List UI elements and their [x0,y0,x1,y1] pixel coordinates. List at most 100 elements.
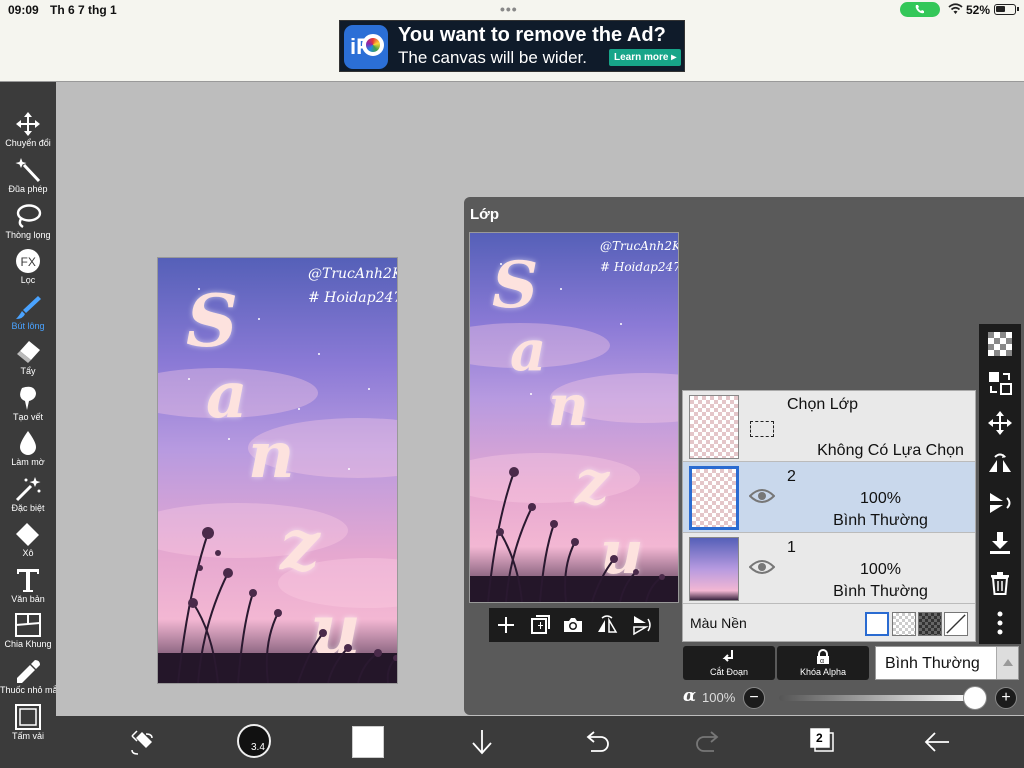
tool-filter[interactable]: FX Lọc [0,244,56,289]
layer-preview: @TrucAnh2K10 # Hoidap247 S a n z u [469,232,679,603]
eye-icon[interactable] [749,559,775,575]
back-arrow-icon[interactable] [922,726,952,758]
alpha-symbol: α [683,686,697,706]
layer-number: 1 [787,539,796,556]
layer-thumbnail [689,537,739,601]
more-options-icon[interactable] [987,610,1013,636]
learn-more-button[interactable]: Learn more ▸ [609,49,682,66]
eyedropper-icon [17,660,40,683]
background-color-row: Màu Nền [683,605,975,642]
battery-percent: 52% [966,3,991,17]
tool-eyedropper[interactable]: Thuốc nhỏ mắt [0,654,56,699]
brush-icon [16,296,41,319]
layer-tools-bar [979,324,1021,644]
canvas-icon [15,704,41,730]
svg-text:α: α [820,658,824,665]
layer-panel-title: Lớp [470,206,499,223]
layer-blend-mode: Bình Thường [833,512,928,529]
merge-down-icon[interactable] [987,530,1013,556]
special-brush-icon [15,477,41,502]
tool-eraser[interactable]: Tẩy [0,335,56,380]
bg-transparent-light-swatch[interactable] [892,612,916,636]
layers-button[interactable]: 2 [810,728,834,752]
flip-layer-vertical-icon[interactable] [987,490,1013,516]
wifi-icon [948,3,963,14]
bucket-icon [16,523,39,546]
duplicate-layer-icon[interactable] [529,614,551,636]
tool-brush[interactable]: Bút lông [0,290,56,335]
blend-mode-select[interactable]: Bình Thường [875,646,1019,680]
opacity-slider[interactable] [779,695,975,701]
artist-handle: @TrucAnh2K10 [308,266,397,282]
selection-layer-row[interactable]: Chọn Lớp Không Có Lựa Chọn [683,391,975,462]
tool-transform[interactable]: Chuyển đổi [0,107,56,152]
multitasking-dots-icon[interactable]: ••• [500,1,518,17]
eye-icon[interactable] [749,488,775,504]
camera-icon[interactable] [562,614,584,636]
flip-horizontal-icon[interactable] [596,614,618,636]
smudge-icon [20,386,36,410]
move-arrows-icon [16,112,40,136]
bottom-toolbar: 3.4 2 [56,716,1024,768]
ad-subline: The canvas will be wider. [398,48,587,67]
clipping-arrow-icon [722,650,733,662]
clock: 09:09 [8,3,39,17]
flip-layer-horizontal-icon[interactable] [987,450,1013,476]
ad-strip: iP You want to remove the Ad? The canvas… [0,20,1024,82]
move-layer-icon[interactable] [987,410,1013,436]
tool-special[interactable]: Đặc biệt [0,472,56,517]
tool-magic-wand[interactable]: Đũa phép [0,153,56,198]
decrease-opacity-button[interactable]: − [743,687,765,709]
tool-smudge[interactable]: Tạo vết [0,381,56,426]
tool-frame-divider[interactable]: Chia Khung [0,608,56,653]
increase-opacity-button[interactable]: + [995,687,1017,709]
battery-icon [994,4,1019,15]
layers-icon [810,728,834,752]
svg-text:FX: FX [21,255,36,269]
clipping-button[interactable]: Cắt Đoạn [683,646,775,680]
artist-hashtag: # Hoidap247 [308,290,398,306]
add-layer-icon[interactable] [495,614,517,636]
fx-icon: FX [16,249,40,273]
magic-wand-icon [15,158,41,183]
tool-lasso[interactable]: Thòng lọng [0,199,56,244]
tool-bucket[interactable]: Xô [0,517,56,562]
bg-white-swatch[interactable] [865,612,889,636]
opacity-slider-handle[interactable] [963,686,987,710]
ad-headline: You want to remove the Ad? [398,24,666,46]
layer-selection-transfer-icon[interactable] [987,370,1013,396]
tool-canvas[interactable]: Tấm vải [0,700,56,745]
bg-none-swatch[interactable] [944,612,968,636]
tool-blur[interactable]: Làm mờ [0,426,56,471]
ad-banner[interactable]: iP You want to remove the Ad? The canvas… [339,20,685,72]
eraser-icon [17,341,40,363]
selection-thumbnail [689,395,739,459]
layer-opacity: 100% [860,490,901,507]
opacity-value: 100% [702,690,736,705]
undo-icon[interactable] [581,726,611,758]
current-color-swatch[interactable] [352,726,384,758]
layer-list: Chọn Lớp Không Có Lựa Chọn 2 100% Bình T… [682,390,976,642]
swap-tools-icon[interactable] [128,726,156,758]
layer-blend-mode: Bình Thường [833,583,928,600]
frame-divider-icon [15,613,41,637]
lasso-icon [16,204,42,229]
down-arrow-icon[interactable] [469,726,495,758]
layer-number: 2 [787,468,796,485]
brush-size-button[interactable]: 3.4 [237,724,271,758]
blur-drop-icon [20,431,36,455]
tool-text[interactable]: Văn bản [0,563,56,608]
selection-marquee-icon [750,421,774,437]
redo-icon[interactable] [694,726,724,758]
flip-vertical-icon[interactable] [630,614,652,636]
layer-row-1[interactable]: 1 100% Bình Thường [683,533,975,604]
call-indicator-icon[interactable] [900,2,940,17]
alpha-lock-button[interactable]: α Khóa Alpha [777,646,869,680]
layer-opacity: 100% [860,561,901,578]
bg-transparent-dark-swatch[interactable] [918,612,942,636]
trash-icon[interactable] [987,570,1013,596]
canvas-artwork[interactable]: @TrucAnh2K10 # Hoidap247 S a n z u [157,257,398,684]
checkerboard-icon[interactable] [987,331,1013,357]
layer-row-2[interactable]: 2 100% Bình Thường [683,462,975,533]
text-icon [17,569,39,592]
